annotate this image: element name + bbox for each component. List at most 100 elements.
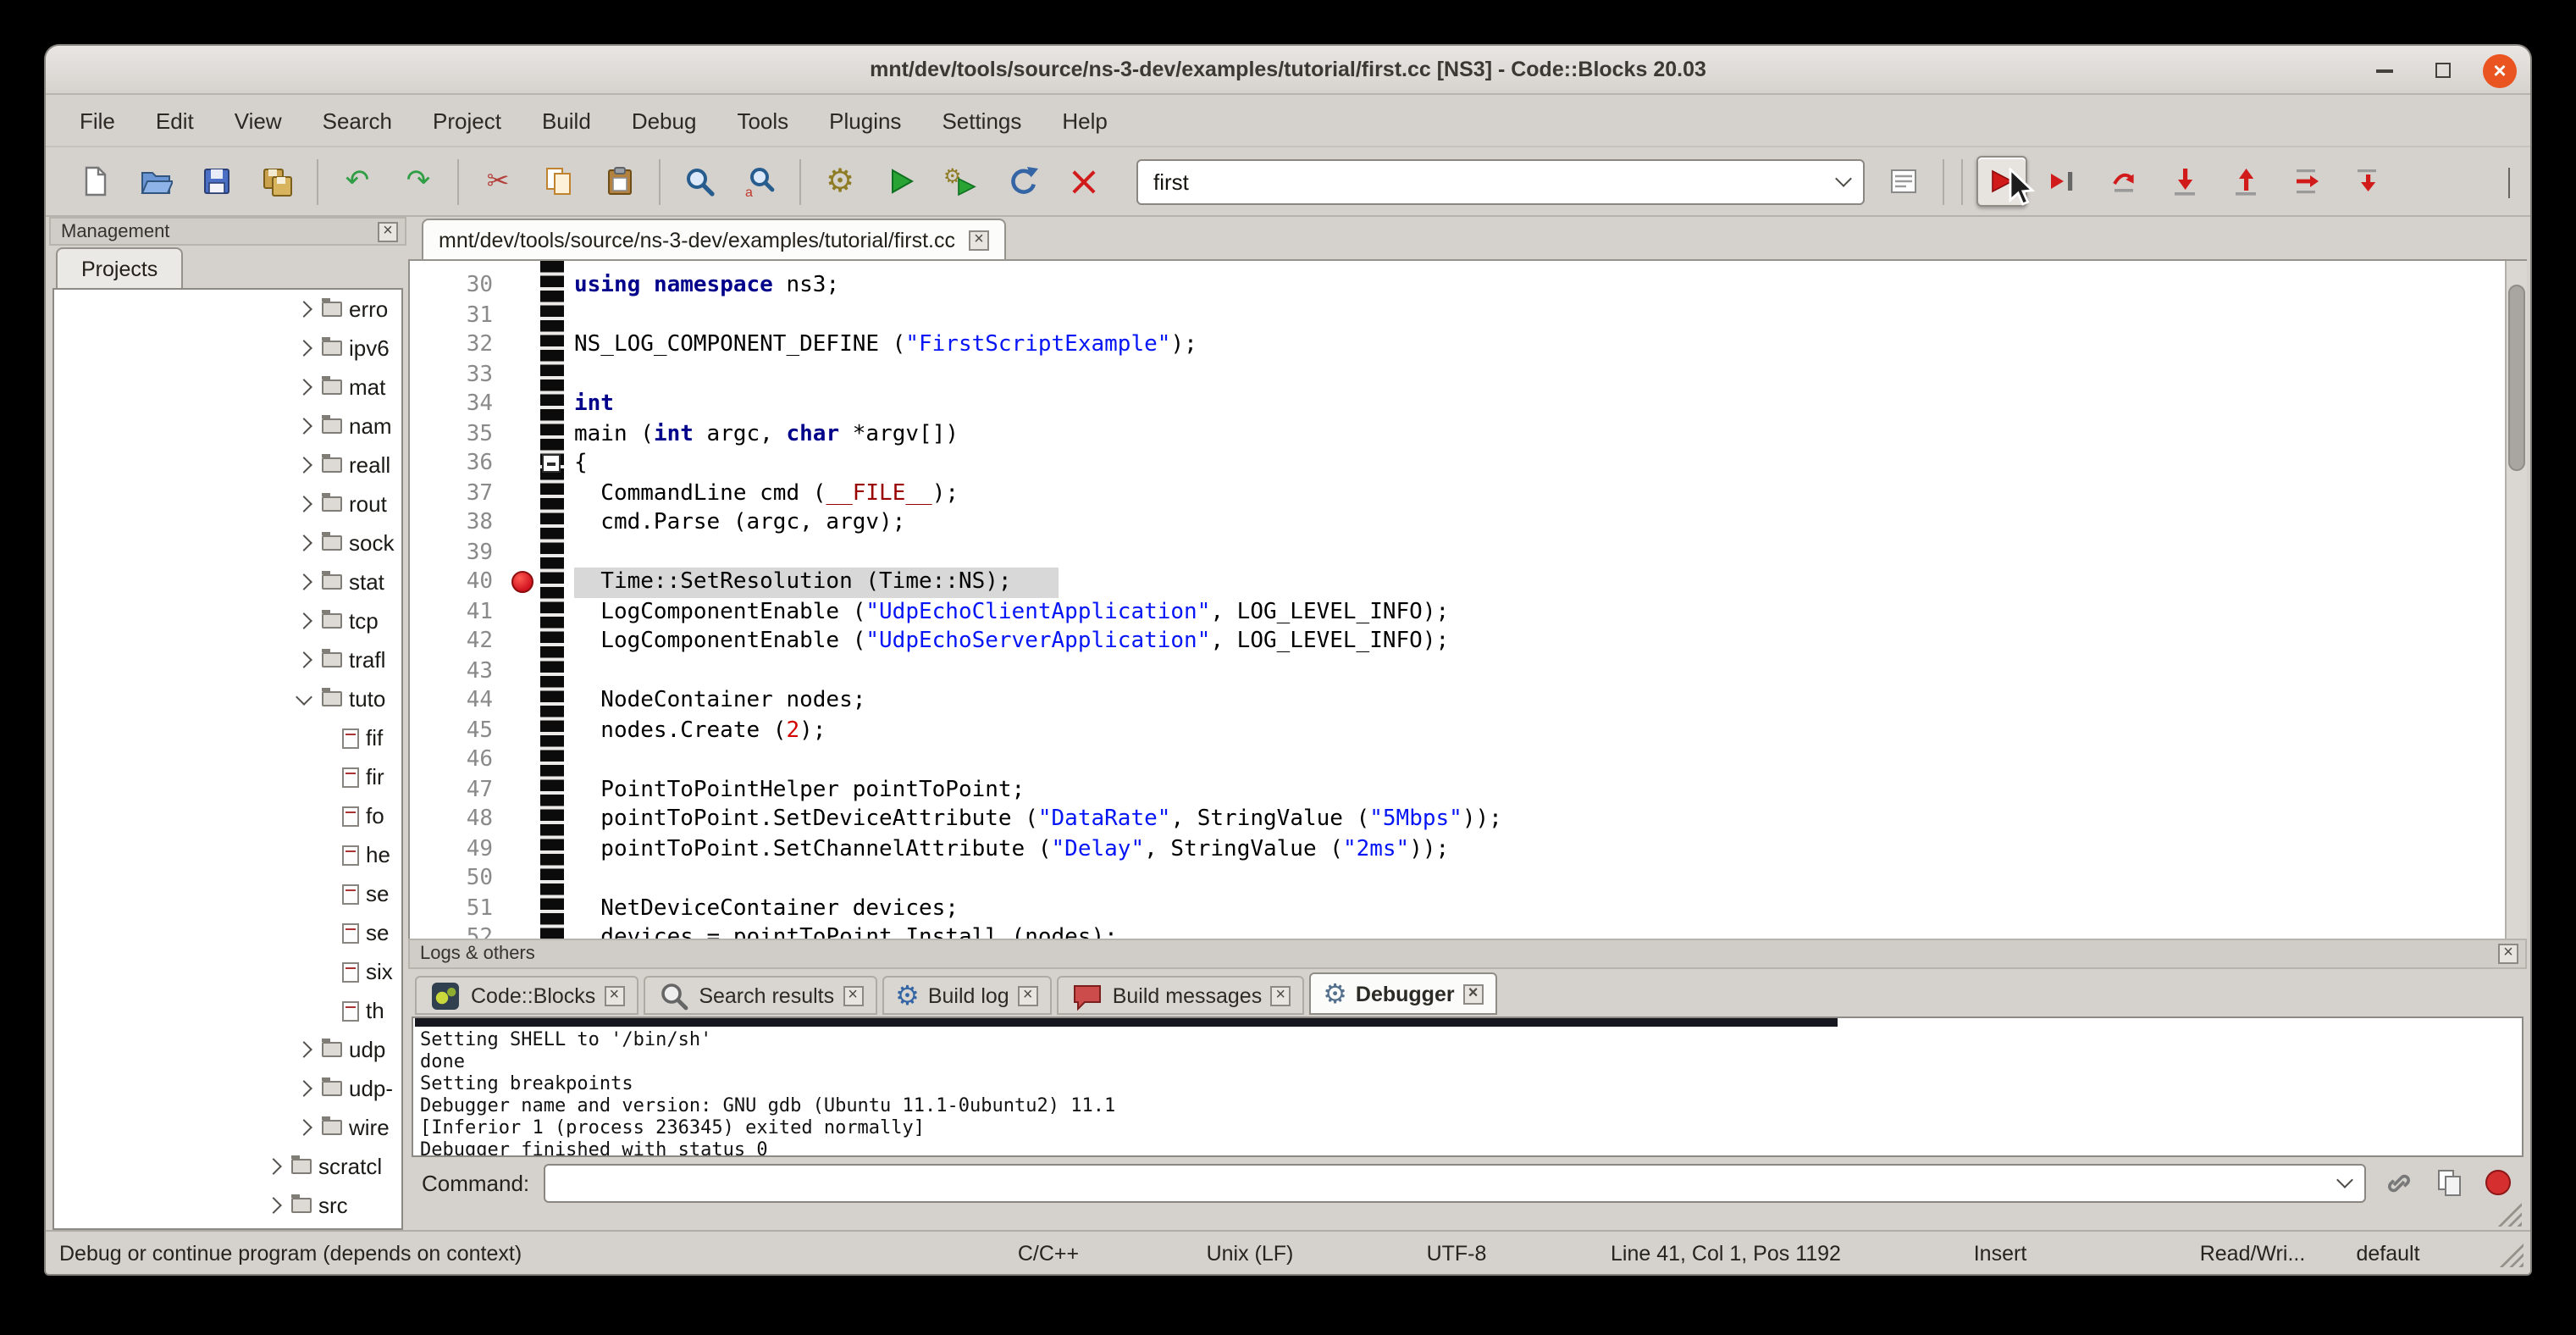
build-button[interactable]: ⚙ (815, 156, 865, 207)
undo-button[interactable]: ↶ (332, 156, 383, 207)
tab-code-blocks[interactable]: Code::Blocks (415, 976, 638, 1015)
code-line[interactable]: 48 pointToPoint.SetDeviceAttribute ("Dat… (410, 805, 2505, 834)
code-line[interactable]: 33 (410, 360, 2505, 390)
record-button[interactable] (2478, 1162, 2518, 1203)
expander-icon[interactable] (296, 573, 312, 590)
code-line[interactable]: 51 NetDeviceContainer devices; (410, 894, 2505, 923)
line-number[interactable]: 44 (410, 686, 503, 716)
attach-log-button[interactable] (2380, 1162, 2420, 1203)
tree-item[interactable]: mat (54, 368, 401, 407)
resize-grip[interactable] (2498, 1244, 2523, 1267)
code-line[interactable]: 35main (int argc, char *argv[]) (410, 419, 2505, 449)
menu-item-view[interactable]: View (214, 94, 302, 147)
code-line[interactable]: 52 devices = pointToPoint.Install (nodes… (410, 923, 2505, 939)
menu-item-plugins[interactable]: Plugins (809, 94, 921, 147)
expander-icon[interactable] (296, 457, 312, 474)
tree-item[interactable]: nam (54, 407, 401, 446)
tab-search-results[interactable]: Search results (643, 976, 876, 1015)
save-all-button[interactable] (252, 156, 303, 207)
resize-grip[interactable] (2496, 1203, 2522, 1227)
maximize-button[interactable] (2425, 53, 2459, 87)
fold-marker-icon[interactable] (542, 454, 561, 473)
command-input[interactable] (544, 1163, 2366, 1202)
code-line[interactable]: 37 CommandLine cmd (__FILE__); (410, 479, 2505, 508)
menu-item-file[interactable]: File (59, 94, 135, 147)
line-number[interactable]: 37 (410, 479, 503, 508)
tree-item[interactable]: fir (54, 757, 401, 796)
expander-icon[interactable] (296, 301, 312, 318)
copy-log-button[interactable] (2429, 1162, 2469, 1203)
tree-item[interactable]: fo (54, 796, 401, 835)
minimize-button[interactable] (2368, 53, 2402, 87)
code-line[interactable]: 30using namespace ns3; (410, 271, 2505, 301)
line-number[interactable]: 46 (410, 745, 503, 775)
expander-icon[interactable] (296, 535, 312, 551)
code-line[interactable]: 46 (410, 745, 2505, 775)
line-number[interactable]: 33 (410, 360, 503, 390)
tab-build-messages[interactable]: Build messages (1057, 976, 1305, 1015)
find-in-files-button[interactable]: a (735, 156, 786, 207)
code-line[interactable]: 41 LogComponentEnable ("UdpEchoClientApp… (410, 597, 2505, 627)
build-target-combo[interactable]: first (1136, 158, 1865, 204)
find-button[interactable] (674, 156, 725, 207)
expander-icon[interactable] (296, 1119, 312, 1136)
code-line[interactable]: 45 nodes.Create (2); (410, 716, 2505, 745)
editor-scrollbar[interactable] (2505, 261, 2527, 939)
titlebar[interactable]: mnt/dev/tools/source/ns-3-dev/examples/t… (46, 46, 2530, 95)
line-number[interactable]: 51 (410, 894, 503, 923)
line-number[interactable]: 34 (410, 390, 503, 419)
line-number[interactable]: 40 (410, 568, 503, 597)
step-out-button[interactable] (2220, 156, 2271, 207)
code-line[interactable]: 50 (410, 864, 2505, 894)
code-line[interactable]: 34int (410, 390, 2505, 419)
scrollbar-thumb[interactable] (2508, 285, 2525, 471)
expander-icon[interactable] (296, 688, 312, 705)
step-into-button[interactable] (2159, 156, 2210, 207)
toolbar-overflow-chevron-icon[interactable] (2508, 168, 2510, 198)
expander-icon[interactable] (265, 1158, 282, 1175)
close-icon[interactable] (1463, 983, 1484, 1004)
code-editor[interactable]: 30using namespace ns3;3132NS_LOG_COMPONE… (408, 261, 2527, 939)
chevron-down-icon[interactable] (1822, 160, 1863, 202)
line-number[interactable]: 41 (410, 597, 503, 627)
close-icon[interactable] (1018, 985, 1038, 1005)
menu-item-help[interactable]: Help (1042, 94, 1128, 147)
line-number[interactable]: 47 (410, 775, 503, 805)
tree-item[interactable]: rout (54, 485, 401, 523)
menu-item-project[interactable]: Project (412, 94, 522, 147)
expander-icon[interactable] (296, 651, 312, 668)
line-number[interactable]: 49 (410, 834, 503, 864)
code-line[interactable]: 40 Time::SetResolution (Time::NS); (410, 568, 2505, 597)
cut-button[interactable]: ✂ (473, 156, 523, 207)
code-line[interactable]: 47 PointToPointHelper pointToPoint; (410, 775, 2505, 805)
step-into-instruction-button[interactable] (2342, 156, 2393, 207)
close-button[interactable] (2483, 53, 2517, 87)
menu-item-tools[interactable]: Tools (716, 94, 809, 147)
abort-build-button[interactable]: × (1059, 156, 1109, 207)
expander-icon[interactable] (296, 612, 312, 629)
menu-item-settings[interactable]: Settings (921, 94, 1042, 147)
tree-item[interactable]: src (54, 1186, 401, 1225)
rebuild-button[interactable] (998, 156, 1048, 207)
close-icon[interactable] (604, 985, 624, 1005)
code-line[interactable]: 38 cmd.Parse (argc, argv); (410, 508, 2505, 538)
tree-item[interactable]: reall (54, 446, 401, 485)
tab-build-log[interactable]: ⚙Build log (882, 976, 1052, 1015)
tree-item[interactable]: se (54, 913, 401, 952)
close-icon[interactable] (2498, 944, 2518, 964)
copy-button[interactable] (533, 156, 584, 207)
close-icon[interactable] (969, 230, 989, 250)
redo-button[interactable]: ↷ (393, 156, 444, 207)
line-number[interactable]: 35 (410, 419, 503, 449)
code-line[interactable]: 43 (410, 656, 2505, 686)
tree-item[interactable]: tuto (54, 679, 401, 718)
line-number[interactable]: 42 (410, 627, 503, 656)
next-instruction-button[interactable] (2281, 156, 2332, 207)
line-number[interactable]: 31 (410, 301, 503, 330)
run-to-cursor-button[interactable] (2037, 156, 2088, 207)
code-line[interactable]: 36{ (410, 449, 2505, 479)
line-number[interactable]: 48 (410, 805, 503, 834)
line-number[interactable]: 43 (410, 656, 503, 686)
run-button[interactable] (876, 156, 926, 207)
code-line[interactable]: 32NS_LOG_COMPONENT_DEFINE ("FirstScriptE… (410, 330, 2505, 360)
